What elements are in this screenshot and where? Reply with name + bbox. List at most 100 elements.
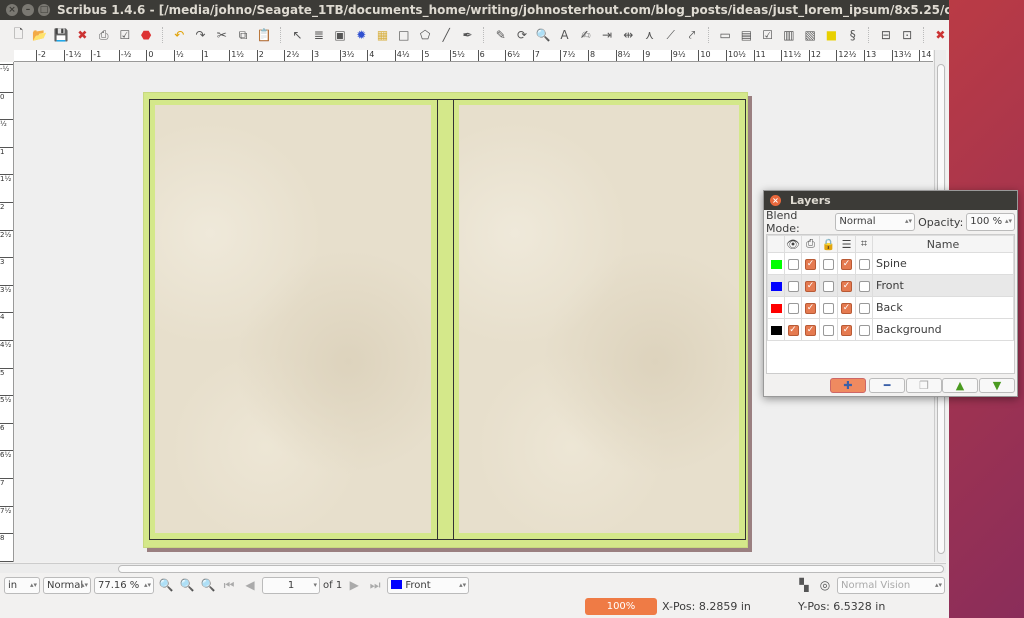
print-checkbox[interactable]: ✓ <box>805 324 816 336</box>
lock-checkbox[interactable] <box>823 258 834 270</box>
layer-row[interactable]: ✓ ✓ Back <box>767 296 1014 319</box>
image-mode-select[interactable]: Normal ▴▾ <box>43 576 91 594</box>
layers-title-bar[interactable]: × Layers <box>764 191 1017 210</box>
lock-checkbox[interactable] <box>823 324 834 336</box>
layer-color-swatch[interactable] <box>770 281 782 291</box>
zoom-icon[interactable]: 🔍 <box>535 26 552 44</box>
cut-icon[interactable]: ✂ <box>213 26 230 44</box>
layer-name[interactable]: Front <box>872 274 1014 297</box>
lock-checkbox[interactable] <box>823 280 834 292</box>
maximize-window-button[interactable]: □ <box>38 4 50 16</box>
layer-name[interactable]: Spine <box>872 252 1014 275</box>
save-icon[interactable]: 💾 <box>53 26 70 44</box>
preview-mode-icon[interactable]: ▚ <box>795 576 813 594</box>
print-checkbox[interactable]: ✓ <box>805 302 816 314</box>
layer-name[interactable]: Back <box>872 296 1014 319</box>
copy-properties-icon[interactable]: ⟋ <box>662 26 679 44</box>
zoom-out-icon[interactable]: 🔍 <box>157 576 175 594</box>
visible-checkbox[interactable] <box>787 302 799 314</box>
eyedropper-icon[interactable]: ⤤ <box>683 26 700 44</box>
line-icon[interactable]: ╱ <box>438 26 455 44</box>
previous-page-icon[interactable]: ◀ <box>241 576 259 594</box>
restore-icon[interactable]: ⊡ <box>899 26 916 44</box>
layer-color-swatch[interactable] <box>770 259 782 269</box>
rotate-icon[interactable]: ⟳ <box>513 26 530 44</box>
layer-color-swatch[interactable] <box>770 325 782 335</box>
pdf-checkbox-icon[interactable]: ☑ <box>759 26 776 44</box>
zoom-in-icon[interactable]: 🔍 <box>199 576 217 594</box>
undo-icon[interactable]: ↶ <box>171 26 188 44</box>
open-icon[interactable]: 📂 <box>31 26 48 44</box>
print-checkbox[interactable]: ✓ <box>805 258 816 270</box>
text-frame-icon[interactable]: ≣ <box>310 26 327 44</box>
bezier-icon[interactable]: ✒ <box>459 26 476 44</box>
layer-select[interactable]: Front ▴▾ <box>387 576 470 594</box>
table-icon[interactable]: ▦ <box>374 26 391 44</box>
close-icon[interactable]: ✖ <box>74 26 91 44</box>
text-flow-checkbox[interactable]: ✓ <box>841 280 852 292</box>
pdf-list-box-icon[interactable]: ▧ <box>802 26 819 44</box>
vision-icon[interactable]: ◎ <box>816 576 834 594</box>
minimize-icon[interactable]: ⊟ <box>877 26 894 44</box>
outline-checkbox[interactable] <box>858 280 870 292</box>
measure-icon[interactable]: ⋏ <box>641 26 658 44</box>
outline-checkbox[interactable] <box>858 258 870 270</box>
edit-text-icon[interactable]: ✍ <box>577 26 594 44</box>
select-icon[interactable]: ↖ <box>289 26 306 44</box>
pdf-button-icon[interactable]: ▭ <box>717 26 734 44</box>
visible-checkbox[interactable]: ✓ <box>787 324 799 336</box>
add-layer-button[interactable]: ✚ <box>830 378 866 393</box>
zoom-input[interactable]: 77.16 % ▴▾ <box>94 576 154 594</box>
close-window-button[interactable]: × <box>6 4 18 16</box>
image-frame-icon[interactable]: ▣ <box>331 26 348 44</box>
lock-checkbox[interactable] <box>823 302 834 314</box>
horizontal-scrollbar[interactable] <box>0 563 946 573</box>
last-page-icon[interactable]: ⏭ <box>366 576 384 594</box>
paste-icon[interactable]: 📋 <box>256 26 273 44</box>
export-pdf-icon[interactable]: ⬣ <box>138 26 155 44</box>
new-document-icon[interactable]: 🗋 <box>10 26 27 44</box>
first-page-icon[interactable]: ⏮ <box>220 576 238 594</box>
freehand-icon[interactable]: ✎ <box>492 26 509 44</box>
unit-select[interactable]: in ▴▾ <box>4 576 40 594</box>
pdf-text-field-icon[interactable]: ▤ <box>738 26 755 44</box>
text-flow-checkbox[interactable]: ✓ <box>841 324 852 336</box>
visible-checkbox[interactable] <box>787 280 799 292</box>
redo-icon[interactable]: ↷ <box>192 26 209 44</box>
duplicate-layer-button[interactable]: ❐ <box>906 378 942 393</box>
opacity-spinbox[interactable]: 100 % ▴▾ <box>966 213 1015 231</box>
shape-icon[interactable]: □ <box>395 26 412 44</box>
preflight-icon[interactable]: ☑ <box>116 26 133 44</box>
remove-layer-button[interactable]: ━ <box>869 378 905 393</box>
vision-select[interactable]: Normal Vision ▴▾ <box>837 576 945 594</box>
lower-layer-button[interactable]: ▼ <box>979 378 1015 393</box>
layer-row[interactable]: ✓ ✓ Front <box>767 274 1014 297</box>
pdf-link-annotation-icon[interactable]: § <box>844 26 861 44</box>
link-frames-icon[interactable]: ⇥ <box>598 26 615 44</box>
print-icon[interactable]: ⎙ <box>95 26 112 44</box>
next-page-icon[interactable]: ▶ <box>345 576 363 594</box>
edit-contents-icon[interactable]: A <box>556 26 573 44</box>
page-select[interactable]: 1 ▾ <box>262 576 320 594</box>
close-icon[interactable]: ✖ <box>932 26 949 44</box>
print-checkbox[interactable]: ✓ <box>805 280 816 292</box>
minimize-window-button[interactable]: – <box>22 4 34 16</box>
layer-row[interactable]: ✓ ✓ ✓ Background <box>767 318 1014 341</box>
render-frame-icon[interactable]: ✹ <box>353 26 370 44</box>
text-flow-checkbox[interactable]: ✓ <box>841 258 852 270</box>
layer-row[interactable]: ✓ ✓ Spine <box>767 252 1014 275</box>
outline-checkbox[interactable] <box>858 324 870 336</box>
pdf-text-annotation-icon[interactable]: ■ <box>823 26 840 44</box>
close-icon[interactable]: × <box>770 195 781 206</box>
polygon-icon[interactable]: ⬠ <box>416 26 433 44</box>
raise-layer-button[interactable]: ▲ <box>942 378 978 393</box>
zoom-100-icon[interactable]: 🔍 <box>178 576 196 594</box>
copy-icon[interactable]: ⧉ <box>234 26 251 44</box>
blend-mode-select[interactable]: Normal ▴▾ <box>835 213 916 231</box>
layer-name[interactable]: Background <box>872 318 1014 341</box>
pdf-combo-box-icon[interactable]: ▥ <box>780 26 797 44</box>
layer-color-swatch[interactable] <box>770 303 782 313</box>
text-flow-checkbox[interactable]: ✓ <box>841 302 852 314</box>
outline-checkbox[interactable] <box>858 302 870 314</box>
unlink-frames-icon[interactable]: ⇹ <box>620 26 637 44</box>
